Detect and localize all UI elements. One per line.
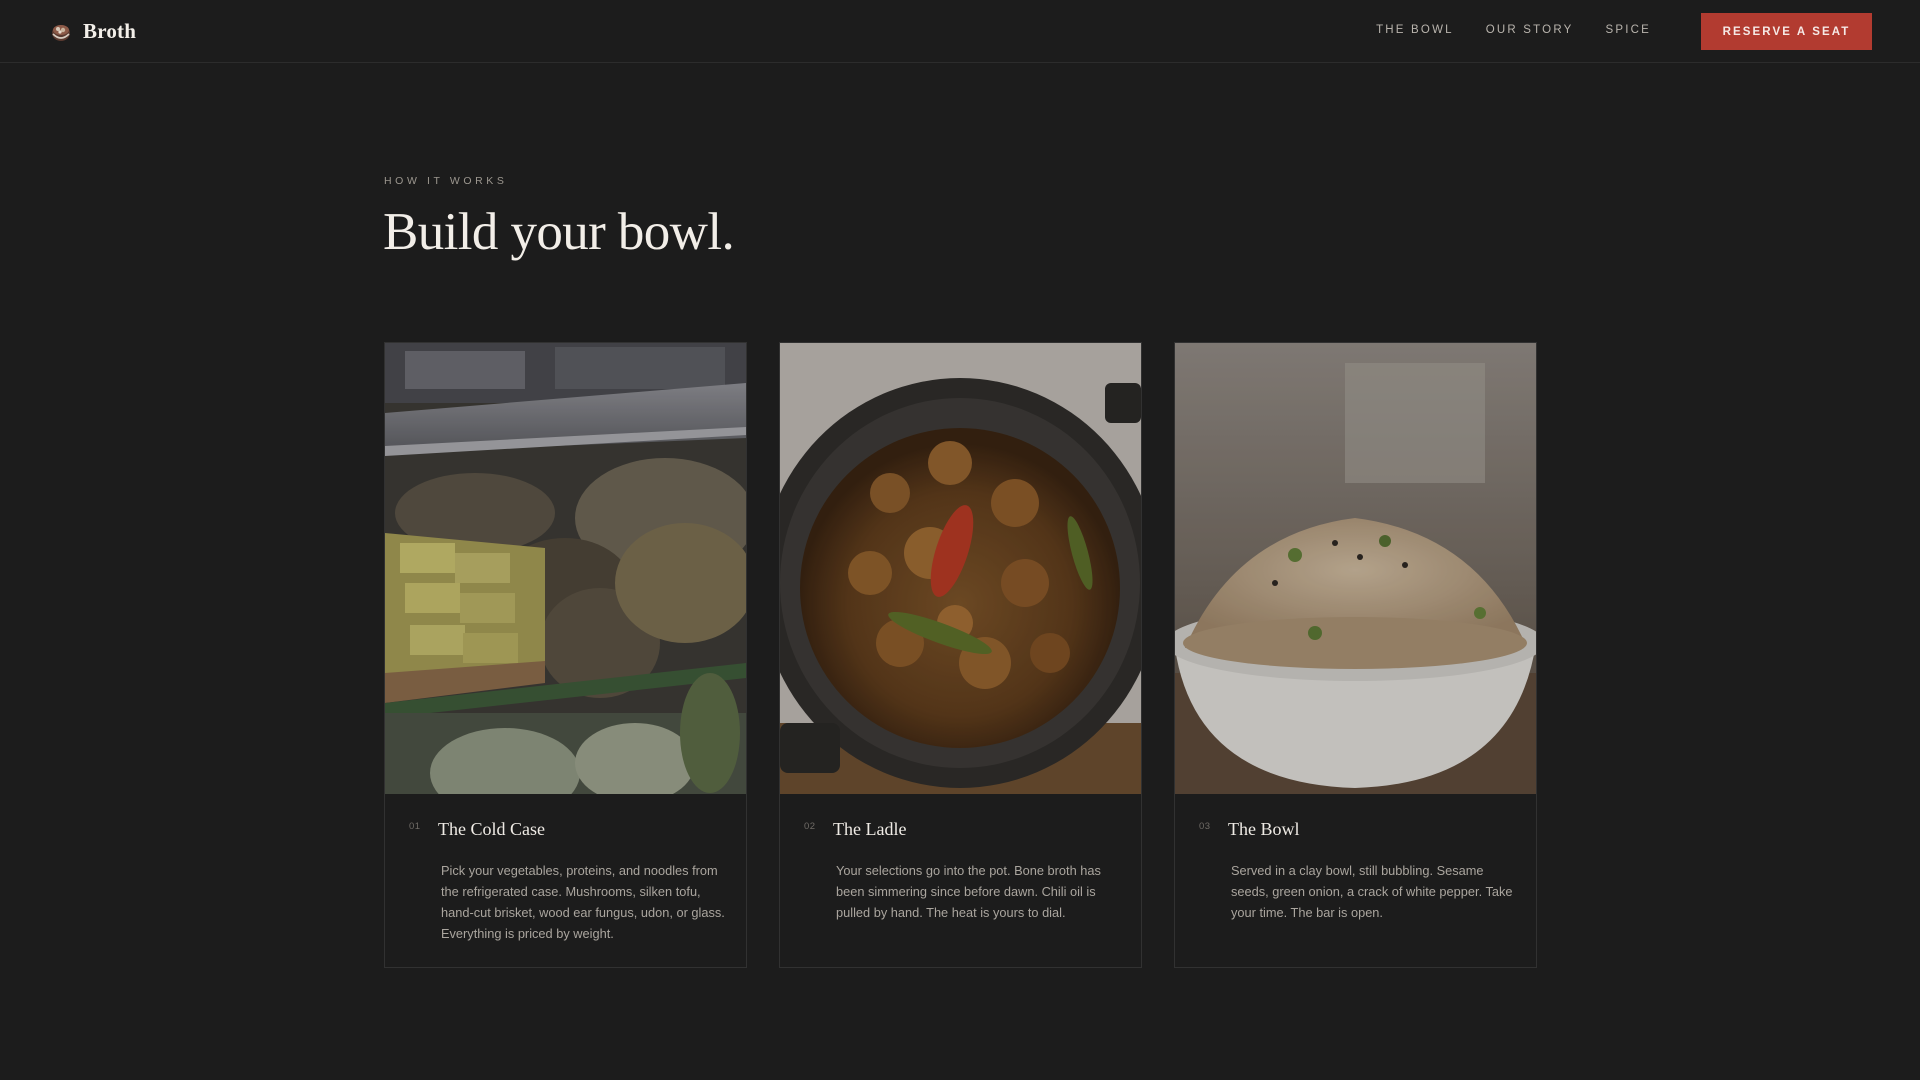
bowl-image [1175, 343, 1536, 794]
step-number: 02 [804, 821, 816, 832]
site-header: Broth The Bowl Our Story Spice Reserve a… [0, 0, 1920, 63]
brand-link[interactable]: Broth [49, 19, 136, 44]
nav-item-our-story[interactable]: Our Story [1486, 24, 1574, 36]
section-eyebrow: How it works [384, 175, 508, 187]
nav-item-spice[interactable]: Spice [1605, 24, 1651, 36]
step-card-cold-case[interactable]: 01 The Cold Case Pick your vegetables, p… [384, 342, 747, 968]
nav-item-the-bowl[interactable]: The Bowl [1376, 24, 1454, 36]
card-title: The Ladle [833, 819, 907, 839]
card-title: The Cold Case [438, 819, 545, 839]
step-card-ladle[interactable]: 02 The Ladle Your selections go into the… [779, 342, 1142, 968]
page-title: Build your bowl. [383, 203, 735, 261]
steps-card-list: 01 The Cold Case Pick your vegetables, p… [384, 342, 1537, 968]
card-body: 03 The Bowl Served in a clay bowl, still… [1175, 795, 1536, 967]
card-body: 01 The Cold Case Pick your vegetables, p… [385, 795, 746, 967]
step-card-bowl[interactable]: 03 The Bowl Served in a clay bowl, still… [1174, 342, 1537, 968]
card-description: Served in a clay bowl, still bubbling. S… [1231, 863, 1513, 920]
main-nav: The Bowl Our Story Spice [1376, 24, 1651, 36]
bowl-logo-icon [52, 24, 70, 41]
cold-case-image [385, 343, 746, 794]
ladle-image [780, 343, 1141, 794]
brand-name: Broth [83, 19, 137, 43]
card-title: The Bowl [1228, 819, 1300, 839]
reserve-seat-button[interactable]: Reserve a Seat [1701, 13, 1872, 50]
step-number: 01 [409, 821, 421, 832]
card-description: Your selections go into the pot. Bone br… [836, 863, 1101, 920]
step-number: 03 [1199, 821, 1211, 832]
card-body: 02 The Ladle Your selections go into the… [780, 795, 1141, 967]
card-description: Pick your vegetables, proteins, and nood… [441, 863, 725, 941]
